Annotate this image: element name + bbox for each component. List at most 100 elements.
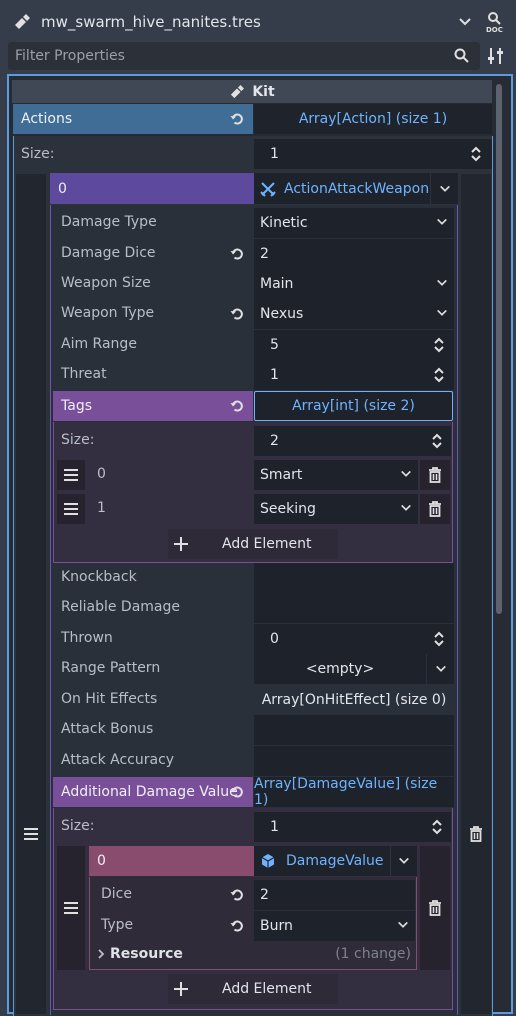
element-delete-column[interactable] [461,174,491,1014]
property-row-threat: Threat [52,360,254,390]
trash-icon[interactable] [469,826,483,842]
tag-value: Seeking [260,501,316,517]
tags-array-value: Array[int] (size 2) [292,398,415,414]
drag-handle-icon [64,503,78,515]
resource-icon [229,84,245,99]
reset-icon[interactable] [230,888,244,902]
reset-icon[interactable] [230,785,244,799]
actions-array-button[interactable]: Array[Action] (size 1) [254,104,492,134]
filter-properties-input[interactable]: Filter Properties [8,42,480,70]
damage-element-delete-button[interactable] [420,846,450,970]
range-pattern-picker[interactable]: <empty> [254,654,426,684]
tag-value: Smart [260,467,303,483]
property-value: <empty> [305,661,375,677]
aim-range-spinbox[interactable]: 5 [254,330,454,360]
spinner-arrows-icon[interactable] [433,337,445,353]
reset-icon[interactable] [230,919,244,933]
damage-element-drag-handle[interactable] [57,846,85,970]
spinner-arrows-icon[interactable] [431,819,443,835]
thrown-spinbox[interactable]: 0 [254,624,454,654]
weapon-size-dropdown[interactable]: Main [254,269,454,299]
chevron-right-icon [97,949,105,959]
tag-item-index: 1 [86,494,254,524]
knockback-field[interactable] [254,563,454,593]
element-drag-column[interactable] [16,174,46,1014]
property-label: Damage Dice [61,245,156,261]
reset-icon[interactable] [230,307,244,321]
damage-type-name: DamageValue [286,853,384,869]
spinner-arrows-icon[interactable] [433,367,445,383]
kit-section-header[interactable]: Kit [12,80,492,103]
property-label: Reliable Damage [61,599,180,615]
tags-size-spinbox[interactable]: 2 [254,426,451,456]
actions-size-spinbox[interactable]: 1 [254,139,492,169]
actions-property[interactable]: Actions [13,104,253,134]
property-value: 5 [270,337,279,353]
spinner-arrows-icon[interactable] [431,433,443,449]
threat-spinbox[interactable]: 1 [254,360,454,390]
reset-icon[interactable] [230,112,244,126]
damage-type-picker[interactable]: DamageValue [254,846,390,876]
weapon-type-dropdown[interactable]: Nexus [254,299,454,329]
tags-label: Tags [61,398,92,414]
tags-property[interactable]: Tags [53,391,253,421]
reset-icon[interactable] [230,399,244,413]
additional-damage-size-spinbox[interactable]: 1 [254,812,451,842]
property-label: Type [101,917,134,933]
drag-handle-icon[interactable] [24,828,38,840]
reliable-damage-field[interactable] [254,593,454,623]
property-row-dice: Dice [91,880,254,910]
chevron-down-icon [400,502,412,514]
tags-array-button[interactable]: Array[int] (size 2) [254,391,453,421]
property-label: Weapon Size [61,275,151,291]
reset-icon[interactable] [230,247,244,261]
settings-sliders-icon[interactable] [486,47,506,65]
scrollbar-thumb[interactable] [496,84,502,614]
tag-value-dropdown[interactable]: Seeking [254,494,418,524]
action-element-header[interactable]: 0 [50,173,254,204]
attack-bonus-field[interactable] [254,715,454,745]
tag-value-dropdown[interactable]: Smart [254,460,418,490]
trash-icon [428,501,442,517]
damage-element-header[interactable]: 0 [89,846,254,876]
type-dropdown[interactable]: Burn [254,911,415,941]
additional-damage-property[interactable]: Additional Damage Value [53,777,253,807]
action-type-menu-button[interactable] [431,173,458,204]
resource-group-toggle[interactable]: Resource (1 change) [91,942,415,966]
range-pattern-menu-button[interactable] [427,654,454,684]
damage-type-dropdown[interactable]: Kinetic [254,208,454,238]
property-row-weapon-size: Weapon Size [52,269,254,299]
additional-damage-array-value: Array[DamageValue] (size 1) [254,776,438,808]
action-element-index: 0 [58,180,67,197]
dice-input[interactable]: 2 [254,880,415,910]
additional-damage-array-button[interactable]: Array[DamageValue] (size 1) [254,776,454,808]
damage-type-menu-button[interactable] [391,846,417,876]
chevron-down-icon [439,183,451,195]
doc-icon[interactable]: DOC [486,11,506,33]
attack-accuracy-field[interactable] [254,746,454,776]
damage-dice-input[interactable]: 2 [254,239,454,269]
spinner-arrows-icon[interactable] [470,146,482,162]
spinner-arrows-icon[interactable] [433,631,445,647]
tag-delete-button[interactable] [420,494,450,524]
cube-icon [260,853,276,869]
kit-title: Kit [252,83,275,100]
property-label: Damage Type [61,214,157,230]
chevron-down-icon[interactable] [458,15,472,29]
property-value: 0 [270,631,279,647]
tag-item-index: 0 [86,460,254,490]
tags-add-element-button[interactable]: Add Element [168,529,338,559]
property-row-on-hit-effects: On Hit Effects [52,685,254,715]
property-label: Range Pattern [61,660,161,676]
additional-damage-add-element-button[interactable]: Add Element [168,974,338,1004]
property-label: Knockback [61,569,137,585]
tag-drag-handle[interactable] [57,460,85,490]
actions-size-value: 1 [270,146,279,162]
property-value: Array[OnHitEffect] (size 0) [261,692,447,708]
file-selector[interactable]: mw_swarm_hive_nanites.tres [8,8,480,36]
action-type-picker[interactable]: ActionAttackWeapon [254,173,430,204]
tag-drag-handle[interactable] [57,494,85,524]
tag-delete-button[interactable] [420,460,450,490]
property-label: Aim Range [61,336,137,352]
on-hit-effects-array-button[interactable]: Array[OnHitEffect] (size 0) [254,685,454,715]
